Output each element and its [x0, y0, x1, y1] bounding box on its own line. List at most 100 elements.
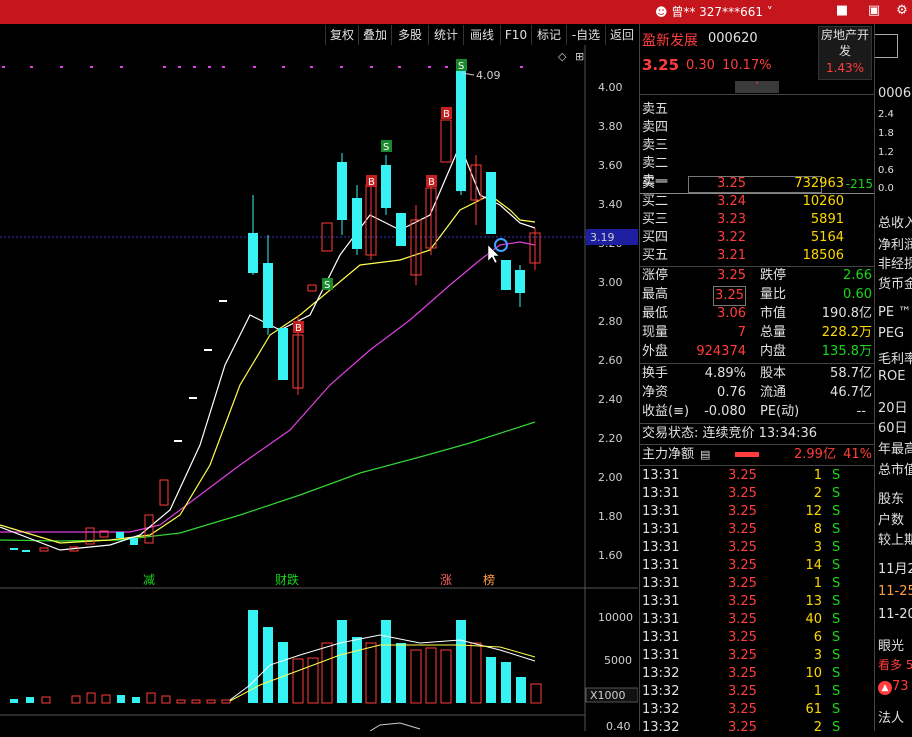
main-flow-row[interactable]: 主力净额 ▤ 2.99亿 41%	[640, 446, 874, 464]
candle	[10, 548, 18, 550]
tick-side: S	[832, 612, 841, 627]
tick-side: S	[832, 630, 841, 645]
toolbar-stats-button[interactable]: 统计	[428, 25, 463, 45]
svg-text:◇: ◇	[558, 50, 567, 63]
current-price-tag-text: 3.19	[590, 231, 615, 244]
price-tick: 2.80	[598, 315, 623, 328]
candle	[486, 172, 496, 234]
tick-row: 13:31 3.25 2 S	[640, 485, 874, 503]
tick-row: 13:32 3.25 10 S	[640, 665, 874, 683]
svg-text:⊞: ⊞	[575, 50, 584, 63]
tick-row: 13:31 3.25 40 S	[640, 611, 874, 629]
mini-tick: 2.4	[878, 109, 894, 120]
fin-label: 股东	[878, 492, 905, 507]
candle	[352, 198, 362, 249]
candle	[307, 284, 317, 292]
toolbar-back-button[interactable]: 返回	[605, 25, 638, 45]
tick-time: 13:31	[642, 594, 680, 609]
candle	[219, 300, 227, 302]
kline-chart[interactable]: ◇ ⊞ 4.00 3.80 3.60 3.40 3.20 3.00 2.80 2…	[0, 45, 638, 731]
candle	[189, 397, 197, 399]
stock-code: 000620	[708, 31, 758, 46]
fin-label: 总收入	[878, 216, 912, 231]
candle	[39, 547, 49, 552]
tick-volume: 61	[805, 702, 822, 717]
candle	[396, 213, 406, 246]
tick-price: 3.25	[728, 684, 757, 699]
tick-row: 13:31 3.25 3 S	[640, 647, 874, 665]
toolbar-draw-line-button[interactable]: 画线	[463, 25, 500, 45]
stat-row: 涨停 3.25 跌停 2.66	[642, 268, 872, 283]
tick-time: 13:31	[642, 540, 680, 555]
mini-tick: 1.8	[878, 128, 894, 139]
tick-price: 3.25	[728, 612, 757, 627]
tick-volume: 8	[813, 522, 822, 537]
ask-row-5: 卖五	[642, 102, 669, 117]
fin-label: PE ™	[878, 305, 912, 320]
tick-price: 3.25	[728, 648, 757, 663]
tick-time: 13:31	[642, 468, 680, 483]
tick-side: S	[832, 504, 841, 519]
toolbar-watchlist-button[interactable]: -自选	[566, 25, 605, 45]
price-tick: 2.20	[598, 432, 623, 445]
bottom-axis-tick: 0.40	[606, 720, 631, 731]
candle	[278, 328, 288, 380]
tick-side: S	[832, 666, 841, 681]
bid-row-2: 买二 3.24 10260	[642, 194, 844, 209]
fin-label: 货币金	[878, 277, 912, 292]
stock-icon[interactable]: ▣	[866, 3, 882, 19]
price-tick: 4.00	[598, 81, 623, 94]
collapse-toggle[interactable]: ˅	[735, 81, 779, 93]
signal-b: B	[428, 177, 435, 188]
tick-price: 3.25	[728, 558, 757, 573]
user-account[interactable]: ☻ 曾** 327***661 ˅	[655, 3, 773, 20]
signal-b: B	[443, 109, 450, 120]
price-change: 0.30	[686, 58, 715, 73]
volume-tick: 5000	[604, 654, 632, 667]
signal-s: S	[383, 142, 389, 153]
toolbar-restore-rights-button[interactable]: 复权	[325, 25, 358, 45]
candle	[204, 349, 212, 351]
tick-side: S	[832, 486, 841, 501]
tick-volume: 40	[805, 612, 822, 627]
toolbar-f10-button[interactable]: F10	[500, 25, 531, 45]
top-dot-line	[2, 66, 523, 68]
bid-row-4: 买四 3.22 5164	[642, 230, 844, 245]
bid-row-5: 买五 3.21 18506	[642, 248, 844, 263]
code-prefix: 0006	[878, 86, 912, 101]
volume-bars	[10, 610, 542, 704]
toolbar-mark-button[interactable]: 标记	[531, 25, 566, 45]
quote-panel: 盈新发展 000620 房地产开发 1.43% 3.25 0.30 10.17%…	[639, 24, 874, 735]
ask-row-4: 卖四	[642, 120, 669, 135]
chevron-down-icon: ˅	[766, 5, 773, 19]
tick-side: S	[832, 522, 841, 537]
volume-unit: X1000	[590, 689, 626, 702]
finance-panel: 0006 2.4 1.8 1.2 0.6 0.0 总收入 净利润 非经损 货币金…	[874, 24, 912, 731]
tick-row: 13:31 3.25 12 S	[640, 503, 874, 521]
candle	[456, 71, 466, 191]
toolbar-overlay-button[interactable]: 叠加	[358, 25, 391, 45]
gear-icon[interactable]: ⚙	[894, 3, 910, 19]
title-bar: ☻ 曾** 327***661 ˅ ■ ▣ ⚙	[0, 0, 912, 24]
bullish-badge[interactable]: ▲ 73	[878, 679, 909, 695]
tick-time: 13:31	[642, 612, 680, 627]
tick-row: 13:32 3.25 2 S	[640, 719, 874, 737]
tick-side: S	[832, 720, 841, 735]
tick-price: 3.25	[728, 594, 757, 609]
tick-volume: 13	[805, 594, 822, 609]
tick-row: 13:31 3.25 8 S	[640, 521, 874, 539]
toolbar-multi-stock-button[interactable]: 多股	[391, 25, 428, 45]
tick-price: 3.25	[728, 486, 757, 501]
fin-label: 非经损	[878, 257, 912, 272]
shield-icon[interactable]: ■	[834, 3, 850, 19]
trade-status: 交易状态: 连续竞价 13:34:36	[642, 426, 818, 441]
tick-row: 13:32 3.25 1 S	[640, 683, 874, 701]
sector-box[interactable]: 房地产开发 1.43%	[818, 26, 872, 80]
tick-price: 3.25	[728, 540, 757, 555]
tick-volume: 12	[805, 504, 822, 519]
price-axis: 4.00 3.80 3.60 3.40 3.20 3.00 2.80 2.60 …	[598, 81, 623, 562]
tick-price: 3.25	[728, 576, 757, 591]
fin-label: 11-20	[878, 607, 912, 622]
stat-row: 外盘 924374 内盘 135.8万	[642, 344, 872, 359]
tick-side: S	[832, 594, 841, 609]
